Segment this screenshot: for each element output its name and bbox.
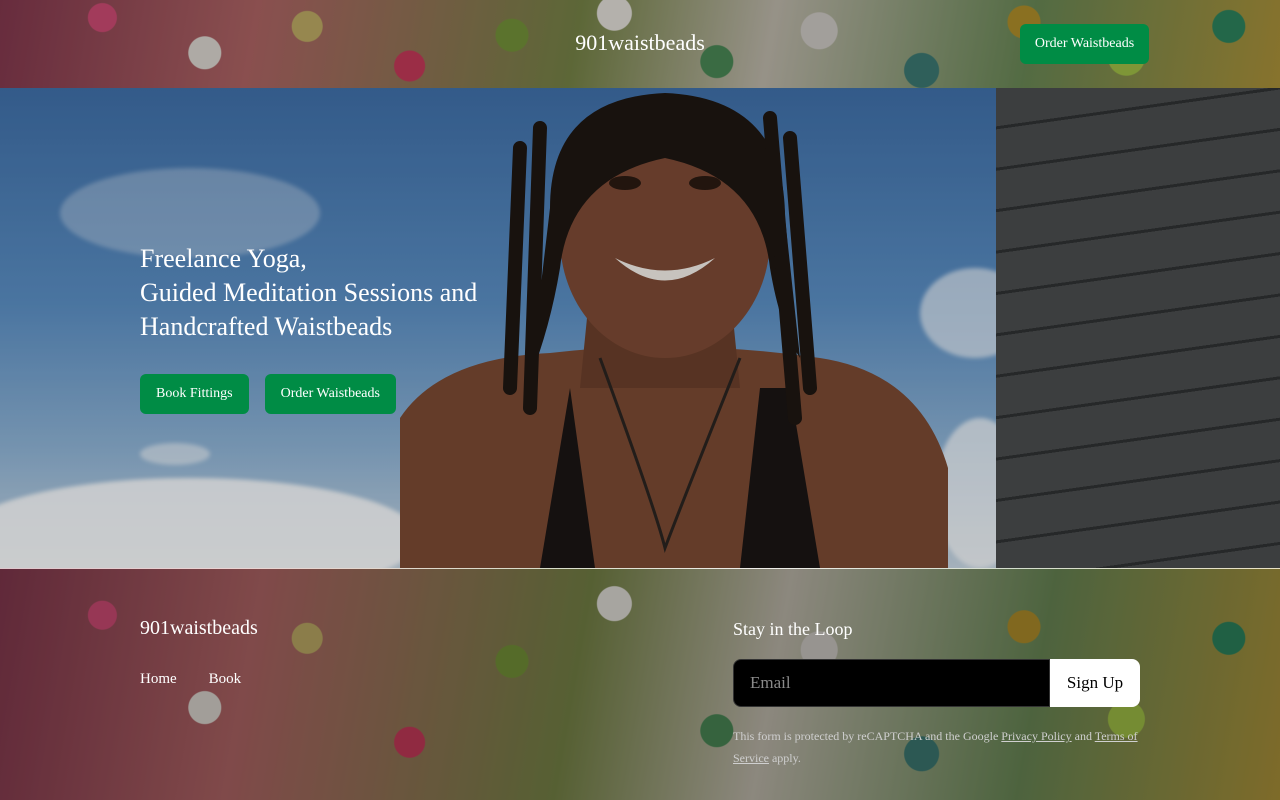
hero-button-group: Book Fittings Order Waistbeads — [140, 374, 396, 414]
privacy-policy-link[interactable]: Privacy Policy — [1001, 729, 1071, 743]
site-header: 901waistbeads Order Waistbeads — [0, 0, 1280, 88]
hero-heading-line: Freelance Yoga, — [140, 244, 307, 273]
footer-nav: Home Book — [140, 671, 241, 688]
newsletter-form: Sign Up — [733, 659, 1140, 707]
newsletter-title: Stay in the Loop — [733, 619, 853, 639]
hero-order-waistbeads-button[interactable]: Order Waistbeads — [264, 374, 396, 414]
legal-text: apply. — [768, 751, 801, 765]
hero-section: Freelance Yoga, Guided Meditation Sessio… — [0, 88, 1280, 568]
hero-heading-line: Guided Meditation Sessions and — [140, 278, 478, 307]
legal-text: and — [1071, 729, 1095, 743]
legal-text: This form is protected by reCAPTCHA and … — [733, 729, 1002, 743]
hero-heading-line: Handcrafted Waistbeads — [140, 312, 393, 341]
header-order-waistbeads-button[interactable]: Order Waistbeads — [1020, 24, 1149, 64]
email-input[interactable] — [733, 659, 1050, 707]
sign-up-button[interactable]: Sign Up — [1050, 659, 1140, 707]
footer-brand[interactable]: 901waistbeads — [140, 617, 258, 640]
book-fittings-button[interactable]: Book Fittings — [140, 374, 249, 414]
hero-heading: Freelance Yoga, Guided Meditation Sessio… — [140, 242, 477, 344]
recaptcha-notice: This form is protected by reCAPTCHA and … — [733, 725, 1153, 769]
footer-nav-home[interactable]: Home — [140, 671, 177, 688]
footer-nav-book[interactable]: Book — [209, 671, 242, 688]
site-footer: 901waistbeads Home Book Stay in the Loop… — [0, 568, 1280, 800]
